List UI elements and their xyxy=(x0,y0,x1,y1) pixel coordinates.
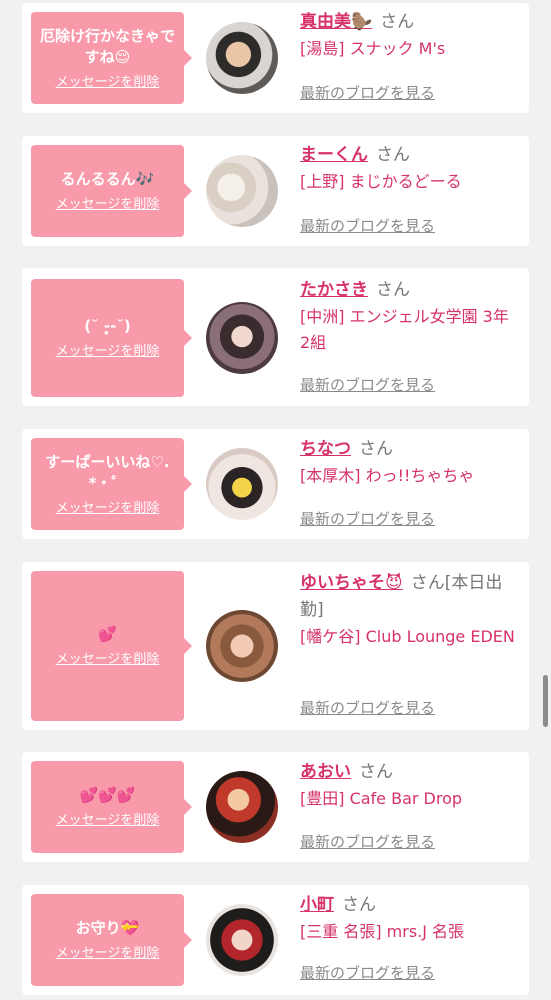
delete-message-link[interactable]: メッセージを削除 xyxy=(56,812,160,829)
user-info: あおい さん [豊田] Cafe Bar Drop xyxy=(300,759,518,812)
avatar[interactable] xyxy=(206,155,278,227)
shop-name: [本厚木] わっ!!ちゃちゃ xyxy=(300,466,475,485)
user-name-link[interactable]: 真由美🦫 xyxy=(300,12,372,32)
delete-message-link[interactable]: メッセージを削除 xyxy=(56,651,160,668)
user-name-link[interactable]: ちなつ xyxy=(300,439,351,459)
honorific: さん xyxy=(359,439,393,459)
message-bubble: すーぱーいいね♡.*・゜ メッセージを削除 xyxy=(31,438,192,530)
latest-blog-link[interactable]: 最新のブログを見る xyxy=(300,215,435,236)
latest-blog-link[interactable]: 最新のブログを見る xyxy=(300,374,435,395)
message-bubble: 厄除け行かなきゃですね😌 メッセージを削除 xyxy=(31,12,192,104)
honorific: さん xyxy=(359,762,393,782)
message-bubble: 💕💕💕 メッセージを削除 xyxy=(31,761,192,853)
shop-name: [上野] まじかるどーる xyxy=(300,172,462,191)
avatar[interactable] xyxy=(206,302,278,374)
user-info: たかさき さん [中洲] エンジェル女学園 3年2組 xyxy=(300,277,518,356)
delete-message-link[interactable]: メッセージを削除 xyxy=(56,196,160,213)
user-name-link[interactable]: 小町 xyxy=(300,895,334,915)
shop-name: [三重 名張] mrs.J 名張 xyxy=(300,922,465,941)
honorific: さん xyxy=(376,145,410,165)
user-info: まーくん さん [上野] まじかるどーる xyxy=(300,142,518,195)
user-name-link[interactable]: たかさき xyxy=(300,280,368,300)
latest-blog-link[interactable]: 最新のブログを見る xyxy=(300,82,435,103)
user-name-link[interactable]: あおい xyxy=(300,762,351,782)
latest-blog-link[interactable]: 最新のブログを見る xyxy=(300,831,435,852)
avatar[interactable] xyxy=(206,771,278,843)
avatar[interactable] xyxy=(206,610,278,682)
message-text: 💕💕💕 xyxy=(79,786,136,804)
message-text: お守り💝 xyxy=(75,919,140,937)
honorific: さん xyxy=(376,280,410,300)
user-info: ちなつ さん [本厚木] わっ!!ちゃちゃ xyxy=(300,436,518,489)
message-card: 厄除け行かなきゃですね😌 メッセージを削除 真由美🦫 さん [湯島] スナック M… xyxy=(22,3,529,113)
message-card: (˘ -̥̥-˘) メッセージを削除 たかさき さん [中洲] エンジェル女学園 … xyxy=(22,268,529,406)
avatar[interactable] xyxy=(206,904,278,976)
avatar[interactable] xyxy=(206,22,278,94)
user-info: ゆいちゃそ😈 さん[本日出勤] [幡ケ谷] Club Lounge EDEN xyxy=(300,570,518,650)
user-info: 真由美🦫 さん [湯島] スナック M's xyxy=(300,9,518,62)
delete-message-link[interactable]: メッセージを削除 xyxy=(56,500,160,517)
message-text: すーぱーいいね♡.*・゜ xyxy=(45,452,170,492)
message-bubble: (˘ -̥̥-˘) メッセージを削除 xyxy=(31,279,192,397)
message-card: 💕💕💕 メッセージを削除 あおい さん [豊田] Cafe Bar Drop 最新… xyxy=(22,752,529,862)
message-card: お守り💝 メッセージを削除 小町 さん [三重 名張] mrs.J 名張 最新のブ… xyxy=(22,885,529,995)
message-bubble: 💕 メッセージを削除 xyxy=(31,571,192,721)
message-bubble: お守り💝 メッセージを削除 xyxy=(31,894,192,986)
user-info: 小町 さん [三重 名張] mrs.J 名張 xyxy=(300,892,518,945)
latest-blog-link[interactable]: 最新のブログを見る xyxy=(300,962,435,983)
message-text: るんるるん🎶 xyxy=(60,170,155,188)
latest-blog-link[interactable]: 最新のブログを見る xyxy=(300,697,435,718)
message-card: るんるるん🎶 メッセージを削除 まーくん さん [上野] まじかるどーる 最新のブ… xyxy=(22,136,529,246)
shop-name: [中洲] エンジェル女学園 3年2組 xyxy=(300,307,509,352)
avatar[interactable] xyxy=(206,448,278,520)
shop-name: [幡ケ谷] Club Lounge EDEN xyxy=(300,627,515,646)
message-bubble: るんるるん🎶 メッセージを削除 xyxy=(31,145,192,237)
user-name-link[interactable]: まーくん xyxy=(300,145,368,165)
shop-name: [豊田] Cafe Bar Drop xyxy=(300,789,463,808)
delete-message-link[interactable]: メッセージを削除 xyxy=(56,343,160,360)
message-card: すーぱーいいね♡.*・゜ メッセージを削除 ちなつ さん [本厚木] わっ!!ちゃ… xyxy=(22,429,529,539)
delete-message-link[interactable]: メッセージを削除 xyxy=(56,74,160,91)
user-name-link[interactable]: ゆいちゃそ😈 xyxy=(300,573,403,593)
message-text: 厄除け行かなきゃですね😌 xyxy=(39,26,175,66)
honorific: さん xyxy=(380,12,415,32)
message-card: 💕 メッセージを削除 ゆいちゃそ😈 さん[本日出勤] [幡ケ谷] Club Lou… xyxy=(22,562,529,730)
scrollbar[interactable] xyxy=(543,675,548,727)
latest-blog-link[interactable]: 最新のブログを見る xyxy=(300,508,435,529)
message-text: 💕 xyxy=(98,625,117,643)
shop-name: [湯島] スナック M's xyxy=(300,39,446,58)
honorific: さん xyxy=(342,895,376,915)
message-text: (˘ -̥̥-˘) xyxy=(84,317,131,335)
delete-message-link[interactable]: メッセージを削除 xyxy=(56,945,160,962)
